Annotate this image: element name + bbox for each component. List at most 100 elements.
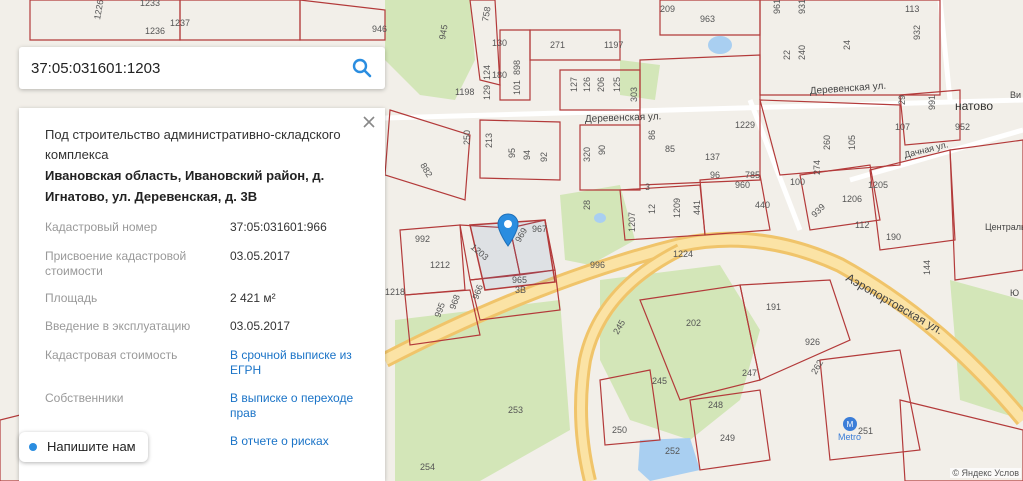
parcel-number-label: 86 — [647, 130, 657, 140]
row-label: Собственники — [45, 391, 124, 405]
street-label: Центральна — [985, 222, 1023, 232]
row-label: Кадастровая стоимость — [45, 348, 178, 362]
parcel-number-label: 248 — [708, 400, 723, 410]
parcel-number-label: 1233 — [140, 0, 160, 8]
parcel-number-label: 144 — [922, 260, 932, 275]
parcel-number-label: 992 — [415, 234, 430, 244]
parcel-number-label: 126 — [582, 77, 592, 92]
parcel-number-label: 991 — [927, 95, 937, 110]
parcel-number-label: 24 — [842, 40, 852, 50]
parcel-number-label: 440 — [755, 200, 770, 210]
parcel-number-label: 206 — [596, 77, 606, 92]
parcel-number-label: 29 — [897, 95, 907, 105]
cadastral-search-bar — [19, 47, 385, 89]
parcel-number-label: 125 — [612, 77, 622, 92]
parcel-number-label: 107 — [895, 122, 910, 132]
parcel-number-label: 245 — [652, 376, 667, 386]
parcel-number-label: 965 — [512, 275, 527, 285]
parcel-number-label: 250 — [462, 130, 472, 145]
parcel-number-label: 1207 — [627, 212, 637, 232]
parcel-number-label: 100 — [790, 177, 805, 187]
parcel-number-label: 926 — [805, 337, 820, 347]
parcel-number-label: 253 — [508, 405, 523, 415]
parcel-number-label: 191 — [766, 302, 781, 312]
parcel-number-label: 274 — [812, 160, 822, 175]
search-icon[interactable] — [351, 57, 373, 79]
parcel-number-label: 996 — [590, 260, 605, 270]
parcel-number-label: 101 — [512, 80, 522, 95]
parcel-number-label: 785 — [745, 170, 760, 180]
chat-button-label: Напишите нам — [47, 439, 136, 454]
row-label: Введение в эксплуатацию — [45, 319, 191, 333]
parcel-number-label: 254 — [420, 462, 435, 472]
parcel-number-label: 90 — [597, 145, 607, 155]
parcel-number-label: 961 — [772, 0, 782, 14]
parcel-number-label: 1237 — [170, 18, 190, 28]
area-value: 2 421 м² — [230, 291, 276, 305]
parcel-number-label: 190 — [886, 232, 901, 242]
parcel-number-label: 129 — [482, 85, 492, 100]
row-label: Присвоение кадастровой стоимости — [45, 249, 187, 278]
parcel-number-label: 931 — [797, 0, 807, 14]
parcel-number-label: 952 — [955, 122, 970, 132]
parcel-number-label: 94 — [522, 150, 532, 160]
parcel-number-label: 127 — [569, 77, 579, 92]
parcel-number-label: 932 — [912, 25, 922, 40]
parcel-number-label: 96 — [710, 170, 720, 180]
parcel-number-label: 1209 — [672, 198, 682, 218]
parcel-number-label: 1224 — [673, 249, 693, 259]
parcel-number-label: 113 — [905, 4, 919, 14]
parcel-number-label: 124 — [482, 65, 492, 80]
parcel-number-label: 202 — [686, 318, 701, 328]
metro-store-icon[interactable]: M — [843, 417, 857, 431]
map-pin-icon[interactable] — [497, 213, 519, 247]
row-label: Кадастровый номер — [45, 220, 158, 234]
cadastral-number-value: 37:05:031601:966 — [230, 220, 327, 234]
parcel-number-label: 213 — [484, 133, 494, 148]
parcel-number-label: 251 — [858, 426, 873, 436]
parcel-number-label: 303 — [629, 87, 639, 102]
parcel-number-label: 1206 — [842, 194, 862, 204]
parcel-number-label: 963 — [700, 14, 715, 24]
chat-dot-icon — [29, 443, 37, 451]
parcel-number-label: 180 — [492, 70, 507, 80]
parcel-number-label: 1198 — [455, 87, 474, 97]
parcel-number-label: 130 — [492, 38, 507, 48]
risk-report-link[interactable]: В отчете о рисках — [230, 434, 370, 449]
parcel-number-label: 960 — [735, 180, 750, 190]
parcel-number-label: 320 — [582, 147, 592, 162]
street-label: Ви — [1010, 90, 1021, 100]
parcel-number-label: 92 — [539, 152, 549, 162]
parcel-number-label: 22 — [782, 50, 792, 60]
row-label: Площадь — [45, 291, 98, 305]
parcel-number-label: 1229 — [735, 120, 755, 130]
parcel-number-label: 967 — [532, 224, 547, 234]
parcel-number-label: 252 — [665, 446, 680, 456]
parcel-info-card: Под строительство административно-складс… — [19, 108, 385, 481]
parcel-number-label: 260 — [822, 135, 832, 150]
chat-button[interactable]: Напишите нам — [19, 432, 148, 462]
parcel-number-label: 28 — [582, 200, 592, 210]
cadastral-search-input[interactable] — [19, 58, 333, 78]
svg-text:M: M — [847, 420, 854, 429]
parcel-number-label: 249 — [720, 433, 735, 443]
parcel-number-label: 1218 — [385, 287, 405, 297]
close-icon[interactable] — [361, 114, 377, 130]
parcel-number-label: 12 — [647, 204, 657, 214]
parcel-number-label: 3 — [645, 182, 650, 192]
parcel-number-label: 441 — [692, 200, 702, 215]
urgent-extract-link[interactable]: В срочной выписке из ЕГРН — [230, 348, 370, 378]
parcel-number-label: 1205 — [868, 180, 888, 190]
street-label: Ю — [1010, 288, 1019, 298]
parcel-number-label: 946 — [372, 24, 387, 34]
village-label: натово — [955, 99, 993, 113]
parcel-description: Под строительство административно-складс… — [45, 127, 341, 162]
parcel-number-label: 898 — [512, 60, 522, 75]
parcel-address: Ивановская область, Ивановский район, д.… — [45, 168, 325, 204]
parcel-number-label: 112 — [855, 220, 869, 230]
parcel-number-label: 250 — [612, 425, 627, 435]
parcel-number-label: 3В — [515, 285, 526, 295]
ownership-extract-link[interactable]: В выписке о переходе прав — [230, 391, 370, 421]
parcel-number-label: 271 — [550, 40, 565, 50]
parcel-number-label: 137 — [705, 152, 720, 162]
